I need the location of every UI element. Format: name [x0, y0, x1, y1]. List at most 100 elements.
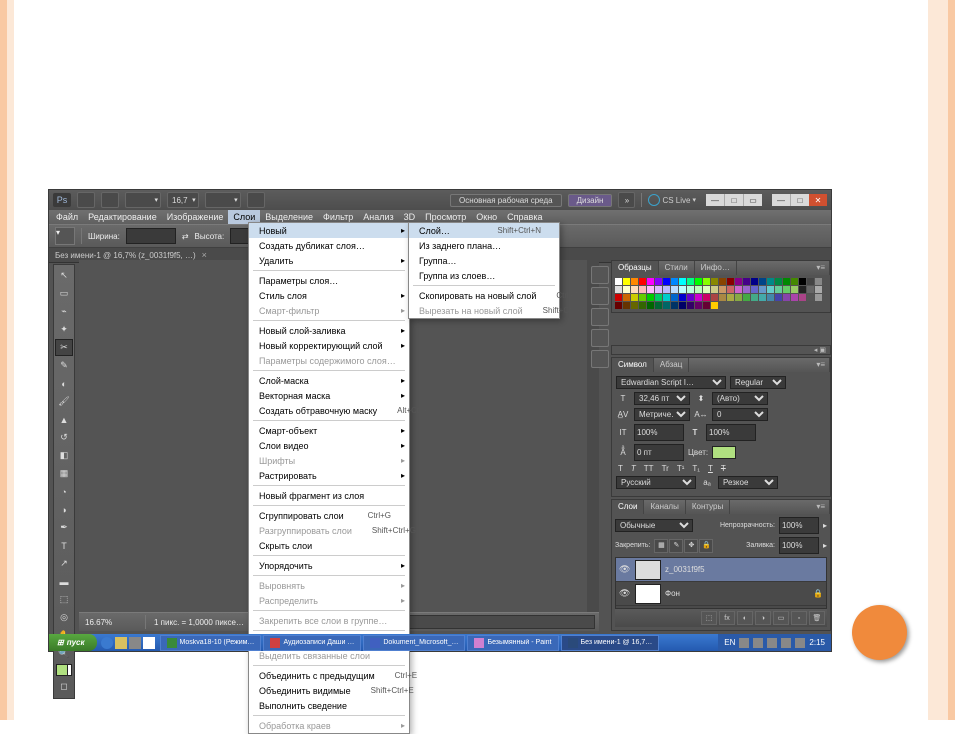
- taskbar-task[interactable]: Безымянный - Paint: [467, 635, 558, 651]
- new-layer-icon[interactable]: ▫: [791, 611, 807, 625]
- 3d-tool-icon[interactable]: ⬚: [55, 591, 73, 608]
- swatch[interactable]: [615, 278, 622, 285]
- menu-item[interactable]: Слои видео: [249, 438, 409, 453]
- swatch[interactable]: [663, 278, 670, 285]
- swatch[interactable]: [623, 302, 630, 309]
- group-icon[interactable]: ▭: [773, 611, 789, 625]
- swatch[interactable]: [671, 294, 678, 301]
- menu-item[interactable]: Смарт-объект: [249, 423, 409, 438]
- baseline-field[interactable]: [634, 444, 684, 461]
- tab-character[interactable]: Символ: [612, 358, 654, 372]
- lock-buttons[interactable]: ▦✎✥🔒: [654, 539, 714, 553]
- ql-explorer-icon[interactable]: [115, 637, 127, 649]
- swatch[interactable]: [679, 286, 686, 293]
- color-panel-icon[interactable]: [591, 266, 609, 284]
- menu-item[interactable]: Новый слой-заливка: [249, 323, 409, 338]
- panel-menu-icon[interactable]: ▾≡: [812, 261, 830, 275]
- swatch[interactable]: [751, 294, 758, 301]
- swatches-panel-icon[interactable]: [591, 287, 609, 305]
- marquee-tool-icon[interactable]: ▭: [55, 285, 73, 302]
- 3d-camera-tool-icon[interactable]: ◎: [55, 609, 73, 626]
- swatch[interactable]: [735, 278, 742, 285]
- kerning-select[interactable]: Метриче…: [634, 408, 690, 421]
- ql-app-icon[interactable]: [143, 637, 155, 649]
- layer-list[interactable]: 👁z_0031f9f5👁Фон🔒: [615, 557, 827, 609]
- zoom-value[interactable]: 16.67%: [79, 618, 145, 627]
- font-family-select[interactable]: Edwardian Script I…: [616, 376, 726, 389]
- stamp-tool-icon[interactable]: ▲: [55, 411, 73, 428]
- tab-paths[interactable]: Контуры: [686, 500, 730, 514]
- swatch[interactable]: [743, 286, 750, 293]
- swatch[interactable]: [615, 302, 622, 309]
- swatch[interactable]: [647, 302, 654, 309]
- zoom-dropdown[interactable]: 16,7: [167, 192, 199, 208]
- taskbar-task[interactable]: Moskva18-10 (Режим…: [160, 635, 262, 651]
- tray-icon[interactable]: [739, 638, 749, 648]
- text-color-swatch[interactable]: [712, 446, 736, 459]
- swatch[interactable]: [671, 286, 678, 293]
- swatch[interactable]: [711, 302, 718, 309]
- font-style-select[interactable]: Regular: [730, 376, 786, 389]
- swatch[interactable]: [623, 294, 630, 301]
- app-maximize-icon[interactable]: □: [790, 194, 809, 206]
- swatch[interactable]: [767, 278, 774, 285]
- swatch[interactable]: [727, 286, 734, 293]
- menu-item[interactable]: Из заднего плана…: [409, 238, 559, 253]
- swatch[interactable]: [775, 278, 782, 285]
- swatch[interactable]: [655, 278, 662, 285]
- menu-item[interactable]: Группа из слоев…: [409, 268, 559, 283]
- font-size-select[interactable]: 32,46 пт: [634, 392, 690, 405]
- swatch[interactable]: [647, 294, 654, 301]
- masks-panel-icon[interactable]: [591, 350, 609, 368]
- menu-item[interactable]: Слой…Shift+Ctrl+N: [409, 223, 559, 238]
- swatch[interactable]: [671, 302, 678, 309]
- menu-item[interactable]: Скрыть слои: [249, 538, 409, 553]
- tracking-select[interactable]: 0: [712, 408, 768, 421]
- tab-info[interactable]: Инфо…: [695, 261, 737, 275]
- taskbar-task[interactable]: Dokument_Microsoft_…: [363, 635, 465, 651]
- lasso-tool-icon[interactable]: ⌁: [55, 303, 73, 320]
- styles-panel-icon[interactable]: [591, 308, 609, 326]
- visibility-icon[interactable]: 👁: [619, 588, 631, 599]
- menu-item[interactable]: Новый корректирующий слой: [249, 338, 409, 353]
- swatch[interactable]: [623, 278, 630, 285]
- menu-item[interactable]: Скопировать на новый слойCtrl+J: [409, 288, 559, 303]
- swatch[interactable]: [639, 286, 646, 293]
- swatch[interactable]: [735, 286, 742, 293]
- swatch[interactable]: [783, 294, 790, 301]
- ql-ie-icon[interactable]: [101, 637, 113, 649]
- swatch[interactable]: [711, 286, 718, 293]
- doc-maximize-icon[interactable]: □: [724, 194, 743, 206]
- taskbar-task[interactable]: Аудиозаписи Даши …: [263, 635, 361, 651]
- swatches-grid[interactable]: [612, 275, 830, 312]
- panel-menu-icon[interactable]: ▾≡: [812, 500, 830, 514]
- menu-item[interactable]: Выполнить сведение: [249, 698, 409, 713]
- app-minimize-icon[interactable]: —: [772, 194, 790, 206]
- tab-layers[interactable]: Слои: [612, 500, 644, 514]
- swatch[interactable]: [703, 294, 710, 301]
- swatch[interactable]: [631, 294, 638, 301]
- panel-collapse-icon[interactable]: ◂ ▣: [611, 345, 831, 355]
- workspace-design[interactable]: Дизайн: [568, 194, 613, 207]
- aa-select[interactable]: Резкое: [718, 476, 778, 489]
- delete-layer-icon[interactable]: 🗑: [809, 611, 825, 625]
- swatch[interactable]: [815, 278, 822, 285]
- swatch[interactable]: [647, 278, 654, 285]
- swatch[interactable]: [695, 302, 702, 309]
- eraser-tool-icon[interactable]: ◧: [55, 447, 73, 464]
- hscale-field[interactable]: [706, 424, 756, 441]
- menu-item[interactable]: Векторная маска: [249, 388, 409, 403]
- lang-indicator[interactable]: EN: [724, 638, 735, 647]
- swatch[interactable]: [663, 286, 670, 293]
- tray-icon[interactable]: [781, 638, 791, 648]
- dodge-tool-icon[interactable]: ◑: [55, 501, 73, 518]
- swatch[interactable]: [679, 302, 686, 309]
- swatch[interactable]: [759, 286, 766, 293]
- menu-item[interactable]: Новый: [249, 223, 409, 238]
- swatch[interactable]: [655, 286, 662, 293]
- menu-item[interactable]: Создать обтравочную маскуAlt+Ctrl+G: [249, 403, 409, 418]
- mini-bridge-icon[interactable]: [101, 192, 119, 208]
- ql-desktop-icon[interactable]: [129, 637, 141, 649]
- screen-mode-dropdown[interactable]: [205, 192, 241, 208]
- swatch[interactable]: [679, 278, 686, 285]
